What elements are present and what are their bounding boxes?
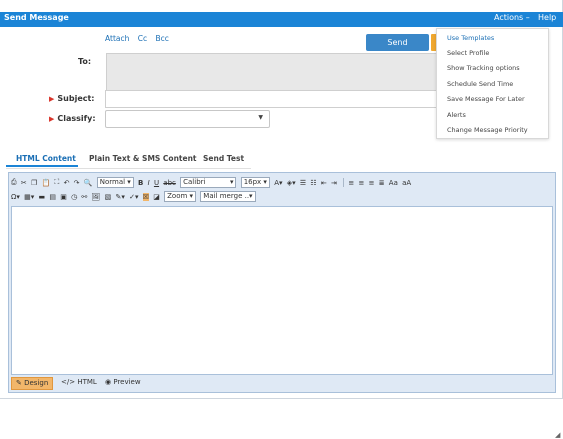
- tab-plain-text[interactable]: Plain Text & SMS Content: [89, 154, 197, 163]
- lowercase-icon[interactable]: aA: [402, 179, 411, 187]
- to-field[interactable]: [106, 53, 438, 91]
- preview-mode-button[interactable]: ◉ Preview: [105, 378, 141, 386]
- indent-icon[interactable]: ⇥: [331, 179, 337, 187]
- table-icon[interactable]: ▦▾: [24, 193, 34, 201]
- tab-send-test[interactable]: Send Test: [203, 154, 244, 163]
- italic-icon[interactable]: I: [148, 179, 150, 187]
- template-icon[interactable]: ▣: [60, 193, 67, 201]
- classify-label: ▶ Classify:: [49, 114, 96, 123]
- brush-icon[interactable]: ✎▾: [116, 193, 125, 201]
- attach-link[interactable]: Attach: [105, 34, 129, 43]
- undo-icon[interactable]: ↶: [64, 179, 70, 187]
- special-char-icon[interactable]: Ω▾: [11, 193, 20, 201]
- uppercase-icon[interactable]: Aa: [389, 179, 398, 187]
- document-icon[interactable]: ▤: [49, 193, 56, 201]
- active-tab-indicator: [6, 165, 78, 167]
- editor-toolbar-row-1: ⎙ ✂ ❐ 📋 ⛶ ↶ ↷ 🔍 Normal ▾ B I U abc Calib…: [11, 177, 413, 189]
- preview-toggle-icon[interactable]: ◪: [153, 193, 160, 201]
- send-button[interactable]: Send: [366, 34, 429, 51]
- dropdown-caret-icon: ▼: [258, 114, 263, 121]
- tab-html-content[interactable]: HTML Content: [16, 154, 76, 163]
- pencil-icon: ✎: [16, 379, 22, 387]
- print-icon[interactable]: ⎙: [11, 178, 17, 187]
- find-icon[interactable]: 🔍: [84, 179, 93, 187]
- actions-dropdown-menu: Use Templates Select Profile Show Tracki…: [436, 28, 549, 139]
- align-center-icon[interactable]: ≡: [358, 179, 364, 187]
- image-icon[interactable]: 🖼: [92, 193, 101, 201]
- cut-icon[interactable]: ✂: [21, 179, 27, 187]
- eye-icon: ◉: [105, 378, 112, 386]
- ordered-list-icon[interactable]: ☰: [300, 179, 306, 187]
- gallery-icon[interactable]: ▧: [105, 193, 112, 201]
- chevron-icon: –: [525, 13, 530, 22]
- title-bar: Send Message Actions – Help: [0, 12, 563, 27]
- resize-handle-icon[interactable]: ◢: [555, 431, 560, 439]
- editor-toolbar-row-2: Ω▾ ▦▾ ▬ ▤ ▣ ◷ ⚯ 🖼 ▧ ✎▾ ✓▾ ☒ ◪ Zoom ▾ Mai…: [11, 191, 258, 203]
- strikethrough-icon[interactable]: abc: [163, 179, 176, 187]
- design-mode-button[interactable]: ✎ Design: [11, 377, 54, 390]
- cc-link[interactable]: Cc: [138, 34, 147, 43]
- recipient-links: Attach Cc Bcc: [105, 34, 175, 43]
- font-size-select[interactable]: 16px ▾: [240, 177, 270, 188]
- html-editor: ⎙ ✂ ❐ 📋 ⛶ ↶ ↷ 🔍 Normal ▾ B I U abc Calib…: [8, 172, 556, 393]
- paragraph-style-select[interactable]: Normal ▾: [96, 177, 134, 188]
- subject-label: ▶ Subject:: [49, 94, 95, 103]
- required-icon: ▶: [49, 115, 55, 123]
- menu-item-select-profile[interactable]: Select Profile: [447, 49, 489, 57]
- subject-input[interactable]: [105, 90, 438, 108]
- paste-icon[interactable]: 📋: [41, 179, 50, 187]
- menu-item-schedule-send[interactable]: Schedule Send Time: [447, 80, 513, 88]
- help-link[interactable]: Help: [538, 13, 556, 22]
- code-icon: </>: [61, 378, 76, 386]
- redo-icon[interactable]: ↷: [74, 179, 80, 187]
- classify-select[interactable]: ▼: [105, 110, 270, 128]
- menu-item-change-priority[interactable]: Change Message Priority: [447, 126, 528, 134]
- send-message-panel: Send Message Actions – Help Attach Cc Bc…: [0, 0, 563, 410]
- window-title: Send Message: [4, 13, 69, 22]
- to-label: To:: [78, 57, 92, 66]
- source-icon[interactable]: ☒: [142, 192, 150, 201]
- required-icon: ▶: [49, 95, 55, 103]
- copy-icon[interactable]: ❐: [31, 179, 37, 187]
- font-family-select[interactable]: Calibri ▾: [180, 177, 237, 188]
- align-left-icon[interactable]: ≡: [348, 179, 354, 187]
- font-color-icon[interactable]: A▾: [274, 179, 282, 187]
- html-mode-button[interactable]: </> HTML: [61, 378, 97, 386]
- justify-icon[interactable]: ≣: [379, 179, 385, 187]
- clock-icon[interactable]: ◷: [71, 193, 77, 201]
- bold-icon[interactable]: B: [138, 179, 143, 187]
- actions-menu-button[interactable]: Actions –: [494, 13, 530, 22]
- fullscreen-icon[interactable]: ⛶: [54, 178, 59, 187]
- horizontal-rule-icon[interactable]: ▬: [38, 193, 45, 201]
- align-right-icon[interactable]: ≡: [369, 179, 375, 187]
- underline-icon[interactable]: U: [154, 179, 159, 187]
- spellcheck-icon[interactable]: ✓▾: [129, 193, 138, 201]
- menu-item-use-templates[interactable]: Use Templates: [447, 34, 494, 42]
- highlight-icon[interactable]: ◈▾: [287, 179, 296, 187]
- menu-item-alerts[interactable]: Alerts: [447, 111, 466, 119]
- link-icon[interactable]: ⚯: [81, 193, 87, 201]
- editor-content-area[interactable]: [11, 206, 553, 375]
- menu-item-save-later[interactable]: Save Message For Later: [447, 95, 525, 103]
- editor-mode-bar: ✎ Design </> HTML ◉ Preview: [9, 376, 555, 390]
- menu-item-tracking-options[interactable]: Show Tracking options: [447, 64, 520, 72]
- zoom-select[interactable]: Zoom ▾: [164, 191, 197, 202]
- outdent-icon[interactable]: ⇤: [321, 179, 327, 187]
- mail-merge-select[interactable]: Mail merge ..▾: [200, 191, 256, 202]
- bullet-list-icon[interactable]: ☷: [310, 179, 316, 187]
- bcc-link[interactable]: Bcc: [156, 34, 169, 43]
